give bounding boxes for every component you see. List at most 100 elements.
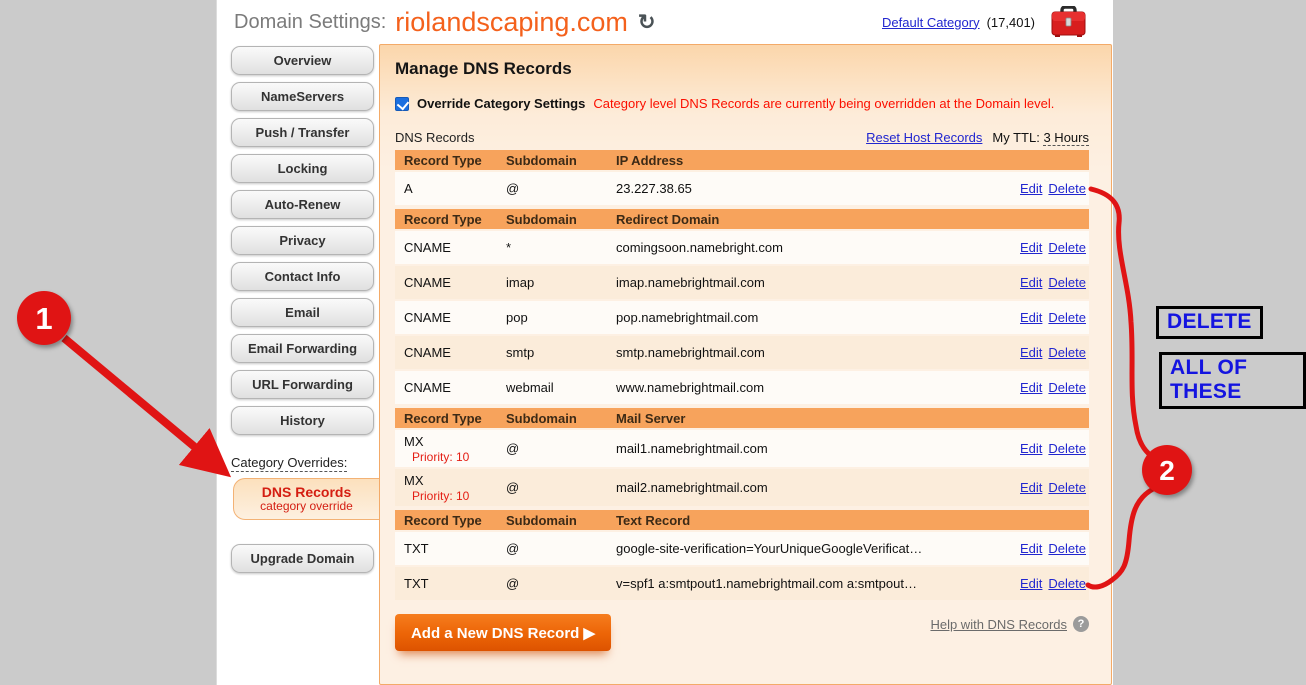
domain-name: riolandscaping.com	[395, 7, 628, 38]
sidebar-item-history[interactable]: History	[231, 406, 374, 435]
col-header-value: IP Address	[616, 153, 997, 168]
cell-subdomain: webmail	[506, 380, 616, 395]
table-row: CNAME*comingsoon.namebright.com Edit Delet…	[395, 231, 1089, 264]
cell-priority: Priority: 10	[404, 489, 506, 503]
col-header-value: Text Record	[616, 513, 997, 528]
override-settings-row: Override Category Settings Category leve…	[395, 96, 1089, 111]
sidebar-item-dns-records-override[interactable]: DNS Records category override	[233, 478, 379, 520]
sidebar-item-email-forwarding[interactable]: Email Forwarding	[231, 334, 374, 363]
refresh-icon[interactable]: ↻	[638, 10, 656, 35]
annotation-note-delete: DELETE	[1156, 306, 1263, 339]
table-section-header: Record TypeSubdomainRedirect Domain	[395, 209, 1089, 229]
help-question-icon[interactable]: ?	[1073, 616, 1089, 632]
cell-record-type: A	[395, 181, 506, 196]
sidebar-item-push-transfer[interactable]: Push / Transfer	[231, 118, 374, 147]
cell-record-type: CNAME	[395, 345, 506, 360]
table-row: A@23.227.38.65 Edit Delete	[395, 172, 1089, 205]
col-header-subdomain: Subdomain	[506, 153, 616, 168]
table-row: CNAMEsmtpsmtp.namebrightmail.com Edit Dele…	[395, 336, 1089, 369]
cell-value: www.namebrightmail.com	[616, 380, 997, 395]
col-header-subdomain: Subdomain	[506, 411, 616, 426]
edit-link[interactable]: Edit	[1020, 181, 1042, 196]
col-header-record-type: Record Type	[395, 411, 506, 426]
cell-record-type: CNAME	[395, 240, 506, 255]
cell-subdomain: pop	[506, 310, 616, 325]
delete-link[interactable]: Delete	[1048, 441, 1086, 456]
edit-link[interactable]: Edit	[1020, 380, 1042, 395]
edit-link[interactable]: Edit	[1020, 310, 1042, 325]
edit-link[interactable]: Edit	[1020, 541, 1042, 556]
upgrade-domain-button[interactable]: Upgrade Domain	[231, 544, 374, 573]
cell-subdomain: @	[506, 541, 616, 556]
sidebar-item-auto-renew[interactable]: Auto-Renew	[231, 190, 374, 219]
cell-record-type: MXPriority: 10	[395, 473, 506, 503]
col-header-value: Redirect Domain	[616, 212, 997, 227]
cell-record-type: CNAME	[395, 310, 506, 325]
override-item-label: DNS Records	[234, 484, 379, 500]
sidebar: Overview NameServers Push / Transfer Lockin…	[231, 44, 379, 685]
delete-link[interactable]: Delete	[1048, 345, 1086, 360]
override-category-checkbox[interactable]	[395, 97, 409, 111]
cell-value: comingsoon.namebright.com	[616, 240, 997, 255]
cell-record-type: CNAME	[395, 380, 506, 395]
cell-value: google-site-verification=YourUniqueGoogl…	[616, 541, 997, 556]
cell-record-type: TXT	[395, 541, 506, 556]
add-dns-record-button[interactable]: Add a New DNS Record ▶	[395, 614, 611, 651]
annotation-step-1: 1	[17, 291, 71, 345]
briefcase-icon[interactable]	[1050, 6, 1087, 38]
delete-link[interactable]: Delete	[1048, 576, 1086, 591]
table-row: MXPriority: 10@mail2.namebrightmail.comE…	[395, 469, 1089, 506]
cell-record-type: MXPriority: 10	[395, 434, 506, 464]
sidebar-item-privacy[interactable]: Privacy	[231, 226, 374, 255]
cell-subdomain: @	[506, 181, 616, 196]
ttl-value-link[interactable]: 3 Hours	[1043, 130, 1089, 146]
sidebar-item-url-forwarding[interactable]: URL Forwarding	[231, 370, 374, 399]
reset-host-records-link[interactable]: Reset Host Records	[866, 130, 982, 145]
dns-records-label: DNS Records	[395, 130, 474, 145]
page-header: Domain Settings: riolandscaping.com ↻ De…	[217, 0, 1113, 44]
panel-footer: Add a New DNS Record ▶ Help with DNS Rec…	[395, 614, 1089, 651]
cell-priority: Priority: 10	[404, 450, 506, 464]
manage-dns-panel: Manage DNS Records Override Category Set…	[379, 44, 1112, 685]
cell-value: v=spf1 a:smtpout1.namebrightmail.com a:s…	[616, 576, 997, 591]
category-overrides-label: Category Overrides:	[231, 455, 347, 472]
edit-link[interactable]: Edit	[1020, 275, 1042, 290]
sidebar-item-overview[interactable]: Overview	[231, 46, 374, 75]
delete-link[interactable]: Delete	[1048, 380, 1086, 395]
edit-link[interactable]: Edit	[1020, 480, 1042, 495]
sidebar-item-locking[interactable]: Locking	[231, 154, 374, 183]
cell-subdomain: smtp	[506, 345, 616, 360]
col-header-record-type: Record Type	[395, 513, 506, 528]
header-right: Default Category (17,401)	[882, 0, 1087, 44]
delete-link[interactable]: Delete	[1048, 310, 1086, 325]
annotation-note-all-of-these: ALL OF THESE	[1159, 352, 1306, 409]
sidebar-item-email[interactable]: Email	[231, 298, 374, 327]
help-dns-records-link[interactable]: Help with DNS Records	[930, 617, 1067, 632]
default-category-link[interactable]: Default Category	[882, 15, 980, 30]
delete-link[interactable]: Delete	[1048, 275, 1086, 290]
cell-value: pop.namebrightmail.com	[616, 310, 997, 325]
col-header-record-type: Record Type	[395, 212, 506, 227]
edit-link[interactable]: Edit	[1020, 441, 1042, 456]
table-row: TXT@v=spf1 a:smtpout1.namebrightmail.com…	[395, 567, 1089, 600]
edit-link[interactable]: Edit	[1020, 240, 1042, 255]
col-header-record-type: Record Type	[395, 153, 506, 168]
table-row: CNAMEimapimap.namebrightmail.comEditDele…	[395, 266, 1089, 299]
edit-link[interactable]: Edit	[1020, 345, 1042, 360]
annotation-arrow-1	[64, 338, 220, 468]
delete-link[interactable]: Delete	[1048, 541, 1086, 556]
annotation-step-2: 2	[1142, 445, 1192, 495]
dns-records-table: Record TypeSubdomainIP AddressA@23.227.3…	[395, 150, 1089, 600]
cell-value: smtp.namebrightmail.com	[616, 345, 997, 360]
table-section-header: Record TypeSubdomainMail Server	[395, 408, 1089, 428]
edit-link[interactable]: Edit	[1020, 576, 1042, 591]
cell-subdomain: *	[506, 240, 616, 255]
delete-link[interactable]: Delete	[1048, 480, 1086, 495]
sidebar-item-contact-info[interactable]: Contact Info	[231, 262, 374, 291]
cell-value: mail1.namebrightmail.com	[616, 441, 997, 456]
ttl-label: My TTL:	[992, 130, 1039, 145]
cell-value: 23.227.38.65	[616, 181, 997, 196]
sidebar-item-nameservers[interactable]: NameServers	[231, 82, 374, 111]
delete-link[interactable]: Delete	[1048, 181, 1086, 196]
delete-link[interactable]: Delete	[1048, 240, 1086, 255]
